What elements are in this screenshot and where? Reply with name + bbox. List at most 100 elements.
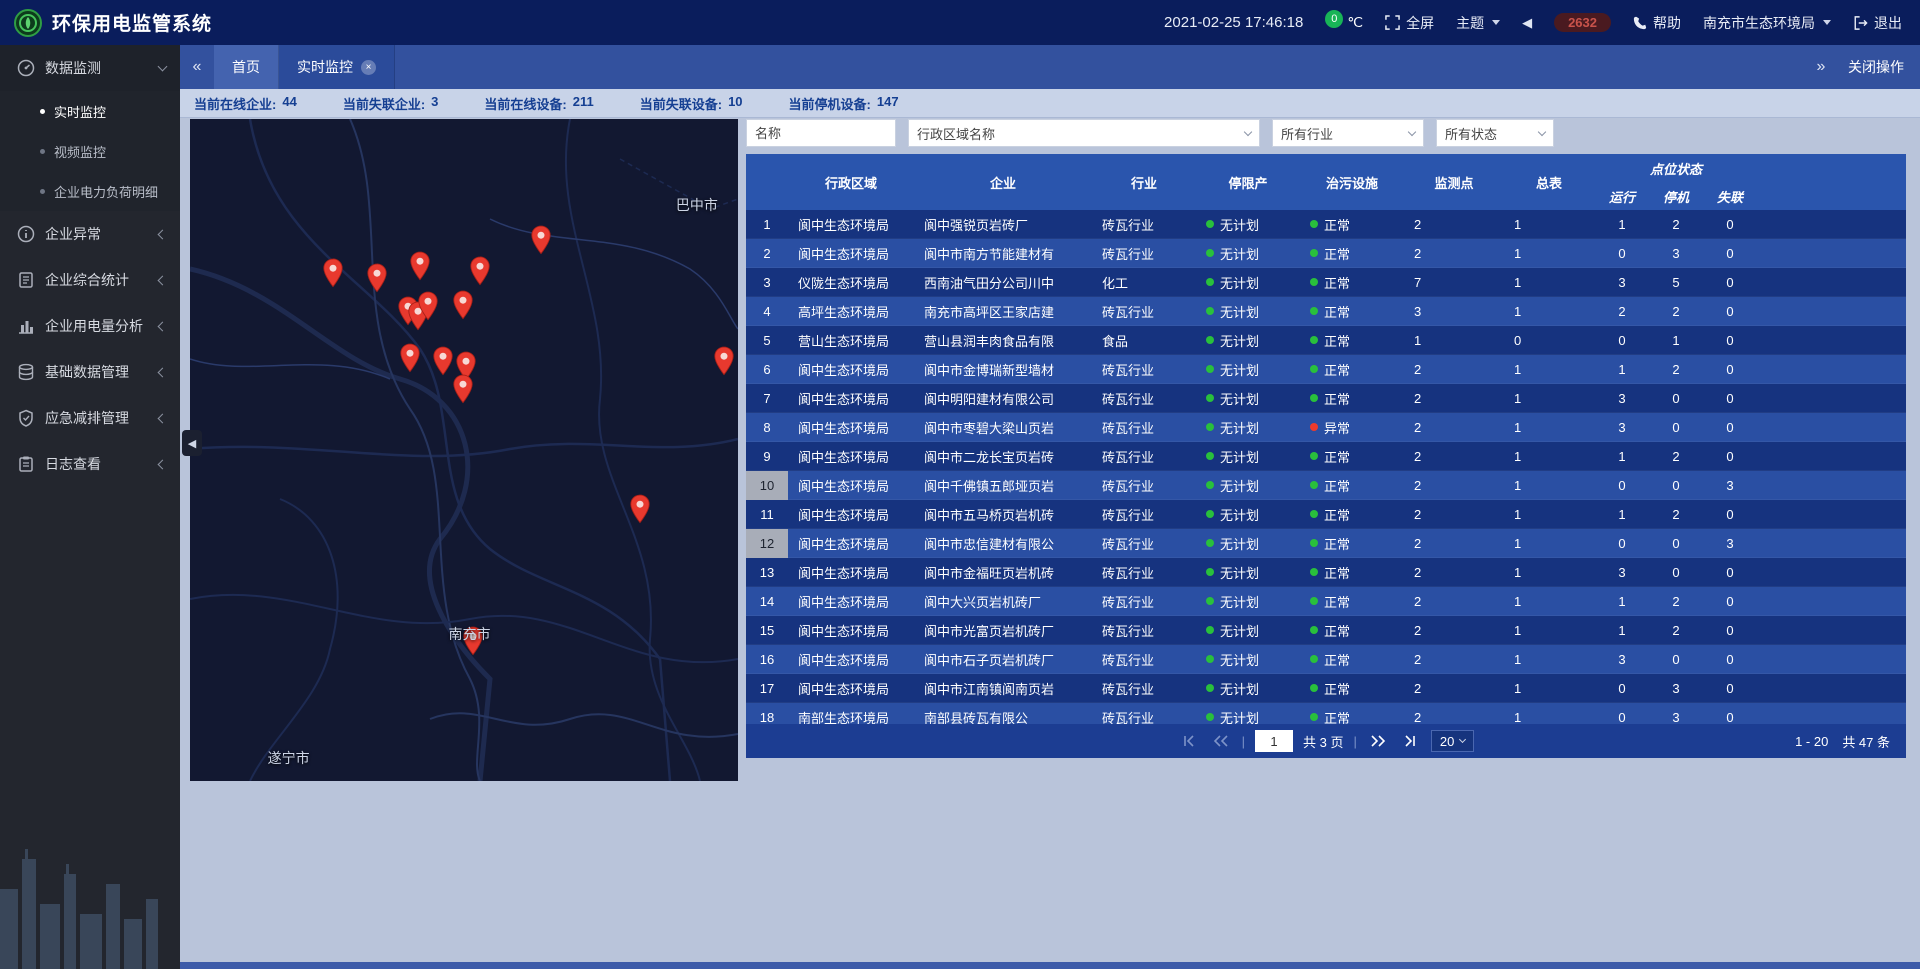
name-search-input[interactable] <box>746 119 896 147</box>
map-pin[interactable] <box>366 263 387 298</box>
table-row[interactable]: 14阆中生态环境局阆中大兴页岩机砖厂砖瓦行业无计划正常21120 <box>746 587 1906 616</box>
clipboard-icon <box>17 455 35 473</box>
cell-facility: 正常 <box>1300 442 1404 471</box>
fullscreen-button[interactable]: 全屏 <box>1385 13 1434 33</box>
table-row[interactable]: 17阆中生态环境局阆中市江南镇阆南页岩砖瓦行业无计划正常21030 <box>746 674 1906 703</box>
page-number-input[interactable] <box>1255 730 1293 752</box>
map-roads <box>190 119 738 781</box>
cell-running: 0 <box>1594 326 1650 355</box>
map-pin[interactable] <box>410 251 431 286</box>
map-pin[interactable] <box>531 225 552 260</box>
sidebar-item-data-monitor[interactable]: 数据监测 <box>0 45 180 91</box>
notice-count-badge[interactable]: 2632 <box>1554 13 1611 32</box>
cell-stop-plan: 无计划 <box>1196 413 1300 442</box>
map-pin[interactable] <box>629 494 650 529</box>
table-row[interactable]: 15阆中生态环境局阆中市光富页岩机砖厂砖瓦行业无计划正常21120 <box>746 616 1906 645</box>
map-pin[interactable] <box>452 290 473 325</box>
table-row[interactable]: 6阆中生态环境局阆中市金博瑞新型墙材砖瓦行业无计划正常21120 <box>746 355 1906 384</box>
map-panel[interactable]: 巴中市南充市遂宁市 <box>190 119 738 781</box>
map-pin[interactable] <box>417 291 438 326</box>
cell-stop-plan: 无计划 <box>1196 616 1300 645</box>
status-dot <box>1206 568 1214 576</box>
cell-running: 0 <box>1594 529 1650 558</box>
close-tab-icon[interactable]: × <box>361 60 376 75</box>
table-row[interactable]: 18南部生态环境局南部县砖瓦有限公砖瓦行业无计划正常21030 <box>746 703 1906 724</box>
map-pin[interactable] <box>399 343 420 378</box>
tabs-scroll-right-button[interactable]: » <box>1804 58 1838 76</box>
sidebar-item-enterprise-abnormal[interactable]: 企业异常 <box>0 211 180 257</box>
sidebar-item-realtime-monitor[interactable]: 实时监控 <box>0 91 180 131</box>
prev-page-button[interactable] <box>1210 730 1232 752</box>
table-row[interactable]: 13阆中生态环境局阆中市金福旺页岩机砖砖瓦行业无计划正常21300 <box>746 558 1906 587</box>
sidebar-item-power-load-detail[interactable]: 企业电力负荷明细 <box>0 171 180 211</box>
cell-points: 1 <box>1404 326 1504 355</box>
table-row[interactable]: 2阆中生态环境局阆中市南方节能建材有砖瓦行业无计划正常21030 <box>746 239 1906 268</box>
app-header: 环保用电监管系统 2021-02-25 17:46:18 0 ℃ 全屏 主题 ◀… <box>0 0 1920 45</box>
cell-total: 1 <box>1504 297 1594 326</box>
page-size-select[interactable]: 20 <box>1431 730 1474 752</box>
sidebar-item-emergency[interactable]: 应急减排管理 <box>0 395 180 441</box>
help-button[interactable]: 帮助 <box>1633 13 1681 33</box>
map-pin[interactable] <box>469 256 490 291</box>
sidebar-item-logs[interactable]: 日志查看 <box>0 441 180 487</box>
stat-lost-devices: 当前失联设备:10 <box>640 94 743 113</box>
tab-home[interactable]: 首页 <box>214 45 279 89</box>
status-dot <box>1310 539 1318 547</box>
cell-stopped: 0 <box>1650 413 1702 442</box>
map-pin[interactable] <box>452 374 473 409</box>
status-dot <box>1206 394 1214 402</box>
table-row[interactable]: 12阆中生态环境局阆中市忠信建材有限公砖瓦行业无计划正常21003 <box>746 529 1906 558</box>
status-select[interactable]: 所有状态 <box>1436 119 1554 147</box>
theme-menu[interactable]: 主题 <box>1456 13 1500 33</box>
map-pin[interactable] <box>433 346 454 381</box>
status-dot <box>1310 394 1318 402</box>
map-pin-icon <box>366 263 387 293</box>
table-row[interactable]: 3仪陇生态环境局西南油气田分公司川中化工无计划正常71350 <box>746 268 1906 297</box>
table-body: 1阆中生态环境局阆中强锐页岩砖厂砖瓦行业无计划正常211202阆中生态环境局阆中… <box>746 210 1906 724</box>
table-row[interactable]: 10阆中生态环境局阆中千佛镇五郎垭页岩砖瓦行业无计划正常21003 <box>746 471 1906 500</box>
tabs-scroll-left-button[interactable]: « <box>180 58 214 76</box>
cell-facility: 正常 <box>1300 645 1404 674</box>
sidebar-item-power-analysis[interactable]: 企业用电量分析 <box>0 303 180 349</box>
table-row[interactable]: 16阆中生态环境局阆中市石子页岩机砖厂砖瓦行业无计划正常21300 <box>746 645 1906 674</box>
table-row[interactable]: 4高坪生态环境局南充市高坪区王家店建砖瓦行业无计划正常31220 <box>746 297 1906 326</box>
cell-total: 1 <box>1504 442 1594 471</box>
table-row[interactable]: 1阆中生态环境局阆中强锐页岩砖厂砖瓦行业无计划正常21120 <box>746 210 1906 239</box>
map-city-label: 巴中市 <box>676 195 718 215</box>
table-row[interactable]: 11阆中生态环境局阆中市五马桥页岩机砖砖瓦行业无计划正常21120 <box>746 500 1906 529</box>
map-pin[interactable] <box>713 346 734 381</box>
table-row[interactable]: 7阆中生态环境局阆中明阳建材有限公司砖瓦行业无计划正常21300 <box>746 384 1906 413</box>
status-dot <box>1310 510 1318 518</box>
col-facility: 治污设施 <box>1300 154 1404 210</box>
status-dot <box>1310 626 1318 634</box>
cell-points: 2 <box>1404 442 1504 471</box>
panel-collapse-handle[interactable]: ◀ <box>182 430 202 456</box>
logout-button[interactable]: 退出 <box>1853 13 1902 33</box>
last-page-button[interactable] <box>1399 730 1421 752</box>
user-org-menu[interactable]: 南充市生态环境局 <box>1703 13 1831 33</box>
next-page-button[interactable] <box>1367 730 1389 752</box>
chevron-down-icon <box>1459 736 1466 743</box>
table-row[interactable]: 9阆中生态环境局阆中市二龙长宝页岩砖砖瓦行业无计划正常21120 <box>746 442 1906 471</box>
tab-bar: « 首页 实时监控 × » 关闭操作 <box>180 45 1920 89</box>
chevron-down-icon <box>1538 127 1546 135</box>
notice-prev-icon[interactable]: ◀ <box>1522 15 1532 31</box>
table-row[interactable]: 5营山生态环境局营山县润丰肉食品有限食品无计划正常10010 <box>746 326 1906 355</box>
industry-select[interactable]: 所有行业 <box>1272 119 1424 147</box>
cell-facility: 正常 <box>1300 500 1404 529</box>
map-pin[interactable] <box>323 258 344 293</box>
sidebar-item-base-data[interactable]: 基础数据管理 <box>0 349 180 395</box>
table-row[interactable]: 8阆中生态环境局阆中市枣碧大梁山页岩砖瓦行业无计划异常21300 <box>746 413 1906 442</box>
chevron-left-icon <box>158 459 168 469</box>
temperature-unit: ℃ <box>1347 14 1363 31</box>
region-select[interactable]: 行政区域名称 <box>908 119 1260 147</box>
sidebar-item-enterprise-stats[interactable]: 企业综合统计 <box>0 257 180 303</box>
cell-lost: 0 <box>1702 558 1758 587</box>
map-city-label: 遂宁市 <box>268 748 310 768</box>
close-operations-button[interactable]: 关闭操作 <box>1848 57 1904 77</box>
cell-running: 1 <box>1594 500 1650 529</box>
first-page-button[interactable] <box>1178 730 1200 752</box>
sidebar-item-video-monitor[interactable]: 视频监控 <box>0 131 180 171</box>
chevron-down-icon <box>1492 20 1500 25</box>
tab-realtime-monitor[interactable]: 实时监控 × <box>279 45 395 89</box>
